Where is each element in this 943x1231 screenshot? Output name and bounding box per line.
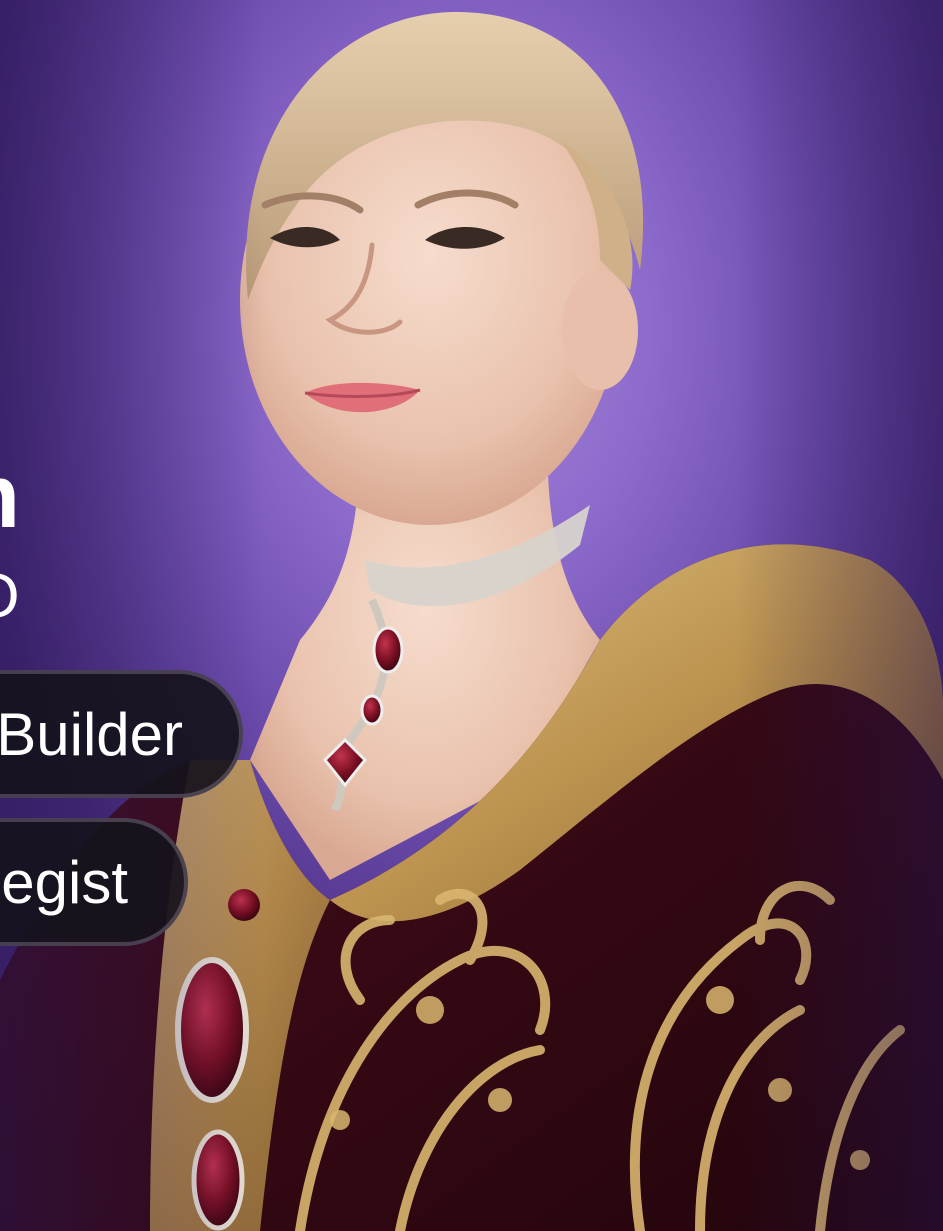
profile-name: m [0,452,20,542]
tag-pill-strategist[interactable]: egist [0,818,188,946]
profile-card: m EO Builder egist [0,0,943,1231]
tag-pill-label: Builder [0,700,183,768]
tag-pill-builder[interactable]: Builder [0,670,243,798]
tag-pill-label: egist [1,848,128,916]
portrait-image [0,11,943,1231]
profile-role: EO [0,566,20,628]
